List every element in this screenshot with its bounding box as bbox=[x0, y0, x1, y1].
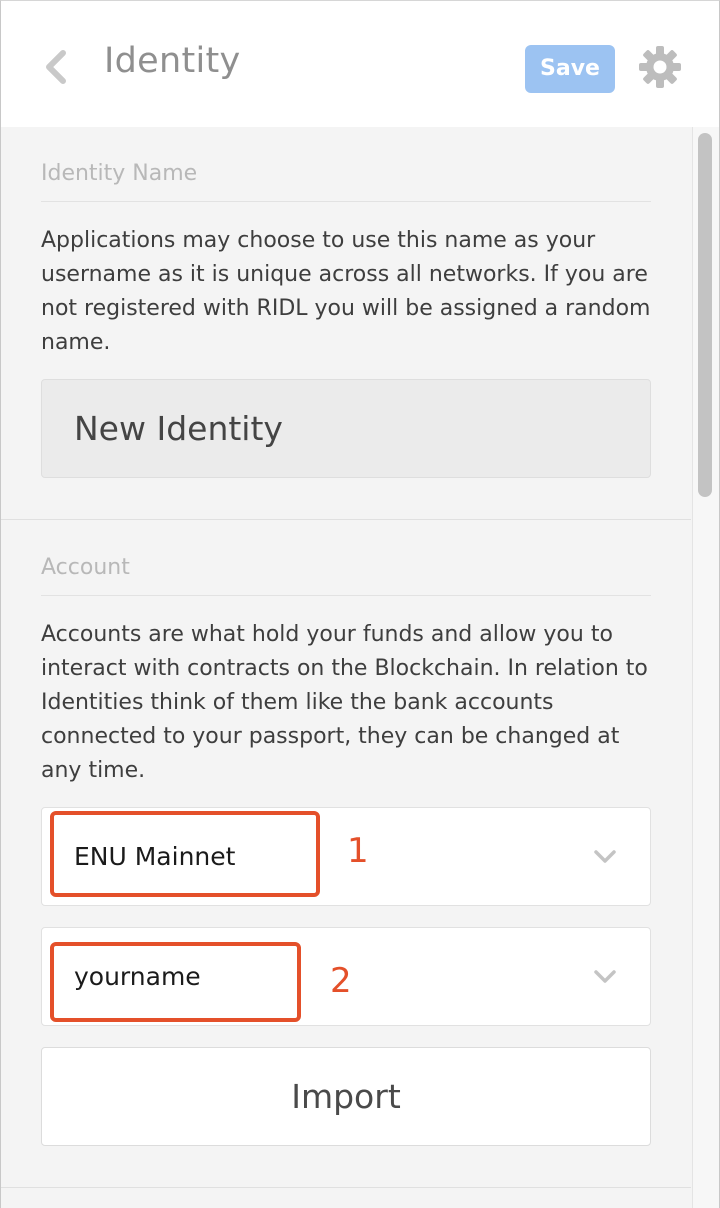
content-area: Identity Name Applications may choose to… bbox=[1, 127, 719, 1208]
account-label: Account bbox=[41, 555, 130, 580]
back-button[interactable] bbox=[39, 45, 73, 89]
import-button[interactable]: Import bbox=[41, 1047, 651, 1146]
gear-icon bbox=[639, 46, 681, 88]
chevron-down-icon bbox=[594, 970, 616, 983]
page-title: Identity bbox=[104, 41, 241, 81]
header-bar: Identity Save bbox=[1, 1, 719, 127]
section-divider bbox=[1, 1187, 691, 1188]
account-select-value: yourname bbox=[74, 962, 201, 991]
scrollbar-thumb[interactable] bbox=[698, 133, 712, 497]
chevron-left-icon bbox=[46, 50, 66, 84]
identity-name-input[interactable]: New Identity bbox=[41, 379, 651, 478]
save-button[interactable]: Save bbox=[525, 45, 615, 93]
settings-button[interactable] bbox=[638, 45, 682, 89]
chevron-down-icon bbox=[594, 850, 616, 863]
section-divider bbox=[1, 519, 691, 520]
identity-name-description: Applications may choose to use this name… bbox=[41, 228, 651, 355]
identity-window: Identity Save Identity Name Applications… bbox=[0, 0, 720, 1208]
account-rule bbox=[41, 595, 651, 596]
annotation-number-1: 1 bbox=[347, 831, 369, 871]
network-select[interactable]: ENU Mainnet bbox=[41, 807, 651, 906]
account-description: Accounts are what hold your funds and al… bbox=[41, 622, 648, 783]
identity-name-label: Identity Name bbox=[41, 161, 198, 186]
annotation-number-2: 2 bbox=[330, 961, 352, 1001]
identity-name-rule bbox=[41, 201, 651, 202]
network-select-value: ENU Mainnet bbox=[74, 842, 236, 871]
